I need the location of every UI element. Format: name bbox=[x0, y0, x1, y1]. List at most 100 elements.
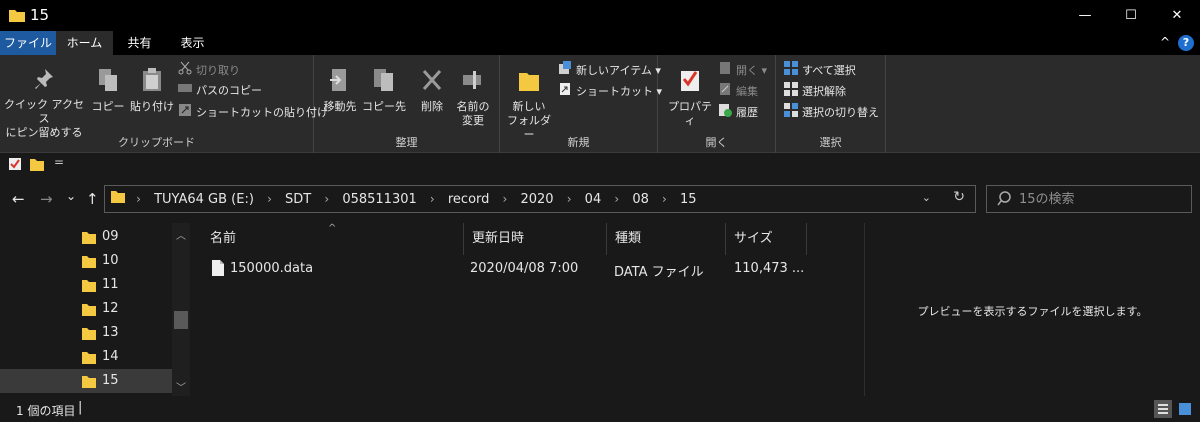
paste-label: 貼り付け bbox=[130, 100, 174, 113]
breadcrumb-separator-icon[interactable]: › bbox=[500, 186, 511, 212]
scroll-down-icon[interactable]: ﹀ bbox=[176, 379, 186, 394]
details-view-button[interactable] bbox=[1154, 400, 1172, 418]
nav-item-label: 09 bbox=[102, 229, 119, 244]
invert-selection-button[interactable]: 選択の切り替え bbox=[784, 103, 879, 121]
history-button[interactable]: 履歴 bbox=[718, 103, 758, 121]
file-name: 150000.data bbox=[230, 261, 314, 276]
nav-item-13[interactable]: 13 bbox=[0, 321, 172, 345]
new-folder-label-line1: 新しい bbox=[512, 100, 546, 113]
address-dropdown-button[interactable]: ⌄ bbox=[922, 191, 931, 204]
properties-qat-icon[interactable] bbox=[8, 157, 22, 174]
nav-scrollbar[interactable]: ︿ ﹀ bbox=[172, 223, 190, 396]
nav-item-15[interactable]: 15 bbox=[0, 369, 172, 393]
breadcrumb-drive[interactable]: TUYA64 GB (E:) bbox=[148, 187, 260, 213]
shortcut-button[interactable]: ショートカット ▾ bbox=[558, 82, 662, 100]
column-header-size[interactable]: サイズ bbox=[726, 223, 807, 255]
copy-to-button[interactable]: コピー先 bbox=[362, 67, 406, 114]
shortcut-paste-icon bbox=[178, 103, 192, 123]
pin-quick-access-button[interactable]: クイック アクセス にピン留めする bbox=[4, 67, 84, 140]
breadcrumb-separator-icon[interactable]: › bbox=[321, 186, 332, 212]
recent-locations-button[interactable]: ⌄ bbox=[66, 189, 76, 203]
column-header-type[interactable]: 種類 bbox=[607, 223, 726, 255]
nav-item-09[interactable]: 09 bbox=[0, 225, 172, 249]
scroll-thumb[interactable] bbox=[174, 311, 188, 329]
breadcrumb-current[interactable]: 15 bbox=[674, 187, 703, 213]
ribbon-tabs: ファイル ホーム 共有 表示 ^ ? bbox=[0, 31, 1200, 55]
breadcrumb-device[interactable]: 058511301 bbox=[336, 187, 422, 213]
up-button[interactable]: ↑ bbox=[86, 190, 99, 208]
delete-button[interactable]: 削除 bbox=[414, 67, 450, 114]
breadcrumb-separator-icon[interactable]: › bbox=[611, 186, 622, 212]
copy-icon bbox=[88, 67, 128, 97]
search-box[interactable] bbox=[986, 185, 1192, 213]
maximize-button[interactable]: ☐ bbox=[1108, 0, 1154, 31]
new-item-button[interactable]: 新しいアイテム ▾ bbox=[558, 61, 661, 79]
copy-button[interactable]: コピー bbox=[88, 67, 128, 114]
tab-file[interactable]: ファイル bbox=[0, 31, 56, 55]
breadcrumb-month[interactable]: 04 bbox=[579, 187, 608, 213]
nav-item-12[interactable]: 12 bbox=[0, 297, 172, 321]
paste-button[interactable]: 貼り付け bbox=[128, 67, 176, 114]
new-folder-button[interactable]: 新しい フォルダー bbox=[504, 67, 554, 142]
cut-button[interactable]: 切り取り bbox=[178, 61, 240, 79]
qat-customize-dropdown[interactable]: = bbox=[54, 155, 64, 169]
pin-icon bbox=[4, 67, 84, 95]
open-button[interactable]: 開く ▾ bbox=[718, 61, 767, 79]
scroll-up-icon[interactable]: ︿ bbox=[176, 227, 186, 242]
nav-item-14[interactable]: 14 bbox=[0, 345, 172, 369]
forward-button[interactable]: → bbox=[40, 190, 53, 208]
quick-access-toolbar: = bbox=[0, 153, 1200, 175]
large-icons-view-button[interactable] bbox=[1176, 400, 1194, 418]
folder-icon bbox=[82, 230, 96, 247]
breadcrumb-separator-icon[interactable]: › bbox=[659, 186, 670, 212]
breadcrumb-separator-icon[interactable]: › bbox=[427, 186, 438, 212]
properties-button[interactable]: プロパティ bbox=[664, 67, 716, 128]
paste-shortcut-button[interactable]: ショートカットの貼り付け bbox=[178, 103, 328, 121]
new-group-label: 新規 bbox=[567, 136, 590, 149]
edit-button[interactable]: 編集 bbox=[718, 82, 758, 100]
breadcrumb-separator-icon[interactable]: › bbox=[564, 186, 575, 212]
window-title: 15 bbox=[30, 6, 50, 24]
back-button[interactable]: ← bbox=[12, 190, 25, 208]
column-header-date[interactable]: 更新日時 bbox=[464, 223, 607, 255]
close-button[interactable]: ✕ bbox=[1154, 0, 1200, 31]
new-item-icon bbox=[558, 61, 572, 81]
help-icon[interactable]: ? bbox=[1178, 35, 1194, 51]
nav-item-11[interactable]: 11 bbox=[0, 273, 172, 297]
table-row[interactable]: 150000.data 2020/04/08 7:00 DATA ファイル 11… bbox=[192, 257, 864, 281]
address-bar[interactable]: › TUYA64 GB (E:) › SDT › 058511301 › rec… bbox=[104, 185, 976, 213]
new-folder-qat-icon[interactable] bbox=[30, 157, 44, 174]
rename-button[interactable]: 名前の 変更 bbox=[452, 67, 494, 128]
select-all-button[interactable]: すべて選択 bbox=[784, 61, 856, 79]
history-icon bbox=[718, 103, 732, 123]
minimize-button[interactable]: — bbox=[1062, 0, 1108, 31]
new-folder-icon bbox=[504, 67, 554, 97]
edit-icon bbox=[718, 82, 732, 102]
breadcrumb-day[interactable]: 08 bbox=[626, 187, 655, 213]
collapse-ribbon-button[interactable]: ^ bbox=[1160, 35, 1170, 49]
nav-item-10[interactable]: 10 bbox=[0, 249, 172, 273]
tab-view[interactable]: 表示 bbox=[166, 31, 219, 55]
copy-label: コピー bbox=[91, 100, 125, 113]
title-bar: 15 — ☐ ✕ bbox=[0, 0, 1200, 31]
sort-ascending-icon: ^ bbox=[328, 223, 337, 234]
breadcrumb-separator-icon[interactable]: › bbox=[264, 186, 275, 212]
move-to-button[interactable]: 移動先 bbox=[318, 67, 362, 114]
file-list: ^ 名前 更新日時 種類 サイズ 150000.data 2020/04/08 … bbox=[192, 223, 864, 396]
organize-group: 移動先 コピー先 削除 名前の 変更 整理 bbox=[314, 55, 500, 153]
scissors-icon bbox=[178, 61, 192, 81]
preview-message: プレビューを表示するファイルを選択します。 bbox=[917, 305, 1148, 318]
delete-label: 削除 bbox=[421, 100, 443, 113]
rename-icon bbox=[452, 67, 494, 97]
tab-share[interactable]: 共有 bbox=[113, 31, 166, 55]
select-none-button[interactable]: 選択解除 bbox=[784, 82, 846, 100]
column-header-name[interactable]: ^ 名前 bbox=[192, 223, 464, 255]
copy-path-button[interactable]: パスのコピー bbox=[178, 82, 262, 100]
breadcrumb-sdt[interactable]: SDT bbox=[279, 187, 317, 213]
tab-home[interactable]: ホーム bbox=[56, 31, 113, 55]
delete-x-icon bbox=[414, 67, 450, 97]
refresh-button[interactable]: ↻ bbox=[953, 189, 965, 205]
breadcrumb-record[interactable]: record bbox=[442, 187, 496, 213]
search-input[interactable] bbox=[1019, 190, 1179, 208]
breadcrumb-year[interactable]: 2020 bbox=[514, 187, 559, 213]
